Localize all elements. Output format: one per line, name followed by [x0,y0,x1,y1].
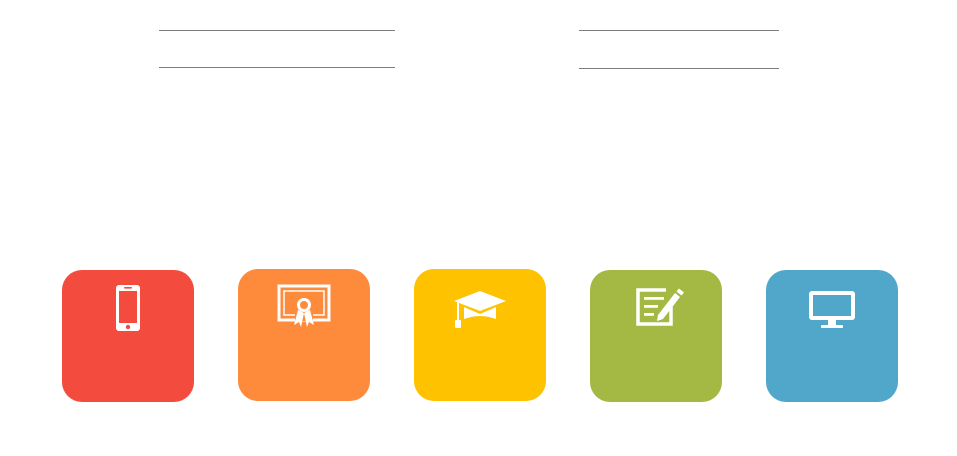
tile-education[interactable] [414,269,546,401]
edit-document-icon [628,284,684,332]
smartphone-icon [100,284,156,332]
tile-desktop[interactable] [766,270,898,402]
feature-tiles [0,0,957,456]
tile-certificate[interactable] [238,269,370,401]
certificate-icon [276,283,332,331]
graduation-cap-icon [452,283,508,331]
tile-mobile[interactable] [62,270,194,402]
desktop-monitor-icon [804,284,860,332]
tile-writing[interactable] [590,270,722,402]
